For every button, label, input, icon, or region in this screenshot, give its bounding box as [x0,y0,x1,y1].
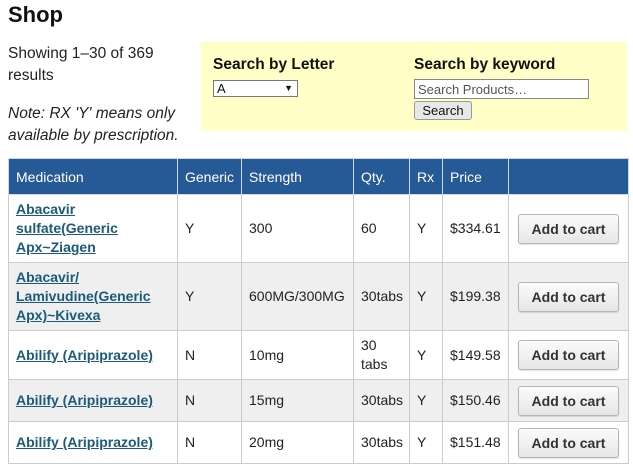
rx-cell: Y [409,262,443,331]
add-to-cart-button[interactable]: Add to cart [518,427,619,458]
rx-cell: Y [409,330,443,380]
medication-link[interactable]: Abacavir/ Lamivudine(Generic Apx)~Kivexa [16,269,151,323]
strength-cell: 20mg [241,421,354,464]
medication-link[interactable]: Abilify (Aripiprazole) [16,434,153,450]
medication-link[interactable]: Abilify (Aripiprazole) [16,392,153,408]
table-row: Abilify (Aripiprazole) N 10mg 30 tabs Y … [8,330,629,380]
table-row: Abacavir/ Lamivudine(Generic Apx)~Kivexa… [8,262,629,331]
generic-cell: Y [177,262,242,331]
price-cell: $150.46 [442,379,509,422]
strength-cell: 10mg [241,330,354,380]
generic-cell: N [177,379,242,422]
table-row: Abilify (Aripiprazole) N 15mg 30tabs Y $… [8,379,629,422]
generic-cell: N [177,330,242,380]
strength-cell: 600MG/300MG [241,262,354,331]
qty-cell: 30tabs [353,421,410,464]
rx-cell: Y [409,421,443,464]
price-cell: $334.61 [442,194,509,263]
add-to-cart-button[interactable]: Add to cart [518,281,619,312]
add-to-cart-button[interactable]: Add to cart [518,213,619,244]
letter-select[interactable]: A ▼ [213,80,298,97]
column-header-cart [508,158,629,195]
rx-cell: Y [409,379,443,422]
table-row: Abacavir sulfate(Generic Apx~Ziagen Y 30… [8,194,629,263]
price-cell: $149.58 [442,330,509,380]
qty-cell: 30tabs [353,262,410,331]
prescription-note: Note: RX 'Y' means only available by pre… [8,105,179,144]
search-by-letter-label: Search by Letter [213,56,335,73]
search-by-keyword-label: Search by keyword [414,56,556,73]
result-count: Showing 1–30 of 369 results [8,45,154,84]
column-header-qty: Qty. [353,158,410,195]
column-header-generic: Generic [177,158,242,195]
page-title: Shop [8,2,63,27]
medication-link[interactable]: Abacavir sulfate(Generic Apx~Ziagen [16,201,118,255]
qty-cell: 60 [353,194,410,263]
column-header-medication: Medication [8,158,178,195]
medication-link[interactable]: Abilify (Aripiprazole) [16,347,153,363]
keyword-search-input[interactable] [414,79,589,99]
qty-cell: 30tabs [353,379,410,422]
rx-cell: Y [409,194,443,263]
letter-select-value: A [217,81,226,96]
products-table: Medication Generic Strength Qty. Rx Pric… [8,158,629,464]
table-header-row: Medication Generic Strength Qty. Rx Pric… [8,158,629,195]
qty-cell: 30 tabs [353,330,410,380]
price-cell: $151.48 [442,421,509,464]
generic-cell: Y [177,194,242,263]
column-header-rx: Rx [409,158,443,195]
column-header-strength: Strength [241,158,354,195]
generic-cell: N [177,421,242,464]
add-to-cart-button[interactable]: Add to cart [518,340,619,370]
search-panel: Search by Letter A ▼ Search by keyword S… [201,42,627,131]
column-header-price: Price [442,158,509,195]
search-button[interactable]: Search [414,101,472,120]
strength-cell: 15mg [241,379,354,422]
add-to-cart-button[interactable]: Add to cart [518,385,619,416]
table-row: Abilify (Aripiprazole) N 20mg 30tabs Y $… [8,421,629,464]
strength-cell: 300 [241,194,354,263]
dropdown-arrow-icon: ▼ [284,83,293,93]
price-cell: $199.38 [442,262,509,331]
